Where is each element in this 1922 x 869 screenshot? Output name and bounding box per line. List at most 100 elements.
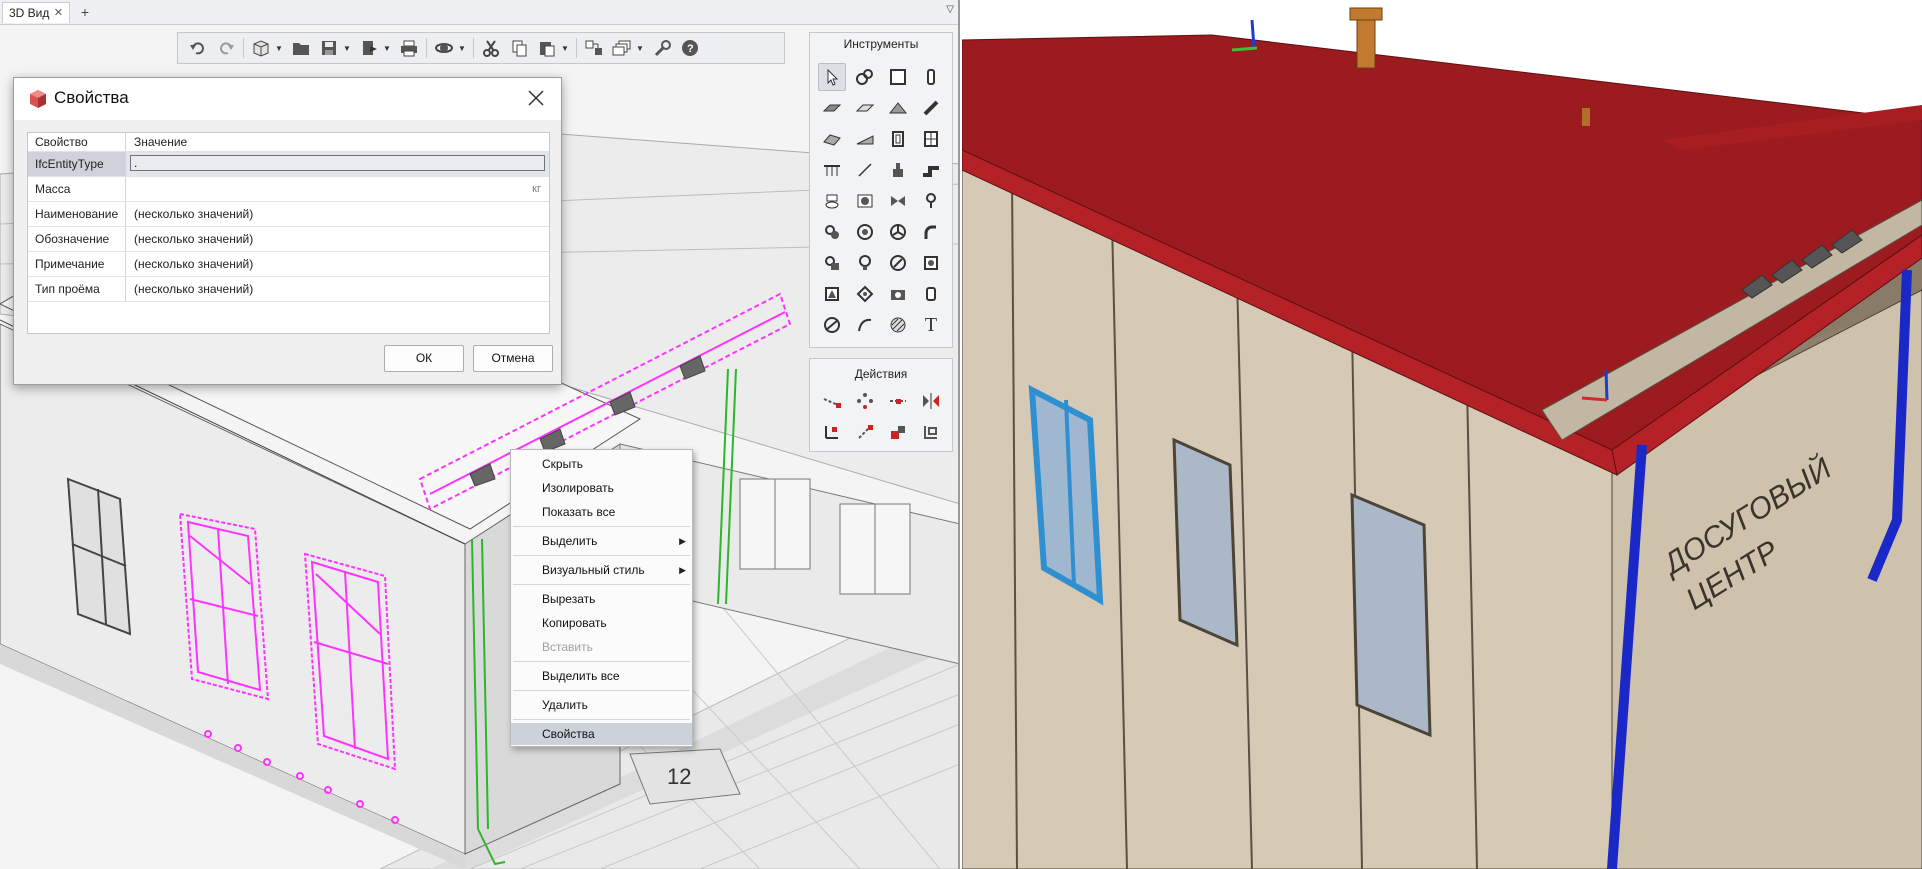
railing-icon[interactable] xyxy=(818,156,846,184)
left-window-unselected[interactable] xyxy=(66,477,132,636)
floor-icon[interactable] xyxy=(851,94,879,122)
duct-icon[interactable] xyxy=(917,156,945,184)
wrench-icon[interactable] xyxy=(651,37,673,59)
menu-item-hide[interactable]: Скрыть xyxy=(511,453,692,475)
cancel-button[interactable]: Отмена xyxy=(473,345,553,372)
rotate-icon[interactable] xyxy=(818,418,846,446)
cable-tray-icon[interactable] xyxy=(818,311,846,339)
move-icon[interactable] xyxy=(818,387,846,415)
tab-3d-view[interactable]: 3D Вид ✕ xyxy=(2,2,70,23)
property-value[interactable]: (несколько значений) xyxy=(127,252,549,276)
property-value[interactable]: кг xyxy=(127,177,549,201)
property-value[interactable]: (несколько значений) xyxy=(127,227,549,251)
align-icon[interactable] xyxy=(917,418,945,446)
layers-icon[interactable] xyxy=(611,37,633,59)
left-viewport-pane[interactable]: 12 3D Вид ✕ + ▽ ▼ ▼ ▼ ▼ ▼ ▼ ? Инструмент… xyxy=(0,0,960,869)
sprinkler-icon[interactable] xyxy=(818,218,846,246)
menu-item-show-all[interactable]: Показать все xyxy=(511,501,692,523)
socket-icon[interactable] xyxy=(884,249,912,277)
valve-icon[interactable] xyxy=(884,187,912,215)
scale-icon[interactable] xyxy=(851,418,879,446)
table-row[interactable]: Тип проёма (несколько значений) xyxy=(28,277,549,302)
mirror-icon[interactable] xyxy=(917,387,945,415)
right-window-selected[interactable] xyxy=(1028,384,1104,606)
chevron-down-icon[interactable]: ▼ xyxy=(383,44,391,53)
property-value[interactable]: (несколько значений) xyxy=(127,277,549,301)
tab-close-icon[interactable]: ✕ xyxy=(54,3,63,23)
pipe-fitting-icon[interactable] xyxy=(917,187,945,215)
arc-icon[interactable] xyxy=(851,311,879,339)
line-icon[interactable] xyxy=(851,156,879,184)
sensor-icon[interactable] xyxy=(818,280,846,308)
menu-item-cut[interactable]: Вырезать xyxy=(511,588,692,610)
text-tool-icon[interactable]: T xyxy=(917,311,945,339)
right-viewport-pane[interactable]: ДОСУГОВЫЙ ЦЕНТР xyxy=(962,0,1922,869)
panel-icon[interactable] xyxy=(884,63,912,91)
3d-box-icon[interactable] xyxy=(250,37,272,59)
chevron-down-icon[interactable]: ▼ xyxy=(636,44,644,53)
redo-icon[interactable] xyxy=(215,37,237,59)
dialog-title-bar[interactable]: Свойства xyxy=(14,78,561,120)
orbit-icon[interactable] xyxy=(433,37,455,59)
link-model-icon[interactable] xyxy=(583,37,605,59)
select-cursor-icon[interactable] xyxy=(818,63,846,91)
pump-icon[interactable] xyxy=(851,218,879,246)
pipe-bend-icon[interactable] xyxy=(917,218,945,246)
equipment-icon[interactable] xyxy=(884,156,912,184)
table-row[interactable]: Масса кг xyxy=(28,177,549,202)
plumbing-fixture-icon[interactable] xyxy=(818,187,846,215)
beam-icon[interactable] xyxy=(917,94,945,122)
stair-icon[interactable] xyxy=(818,125,846,153)
panel-board-icon[interactable] xyxy=(917,249,945,277)
open-folder-icon[interactable] xyxy=(290,37,312,59)
menu-item-isolate[interactable]: Изолировать xyxy=(511,477,692,499)
roof-icon[interactable] xyxy=(884,94,912,122)
component-icon[interactable] xyxy=(851,63,879,91)
table-row[interactable]: Наименование (несколько значений) xyxy=(28,202,549,227)
slab-icon[interactable] xyxy=(818,94,846,122)
window-icon[interactable] xyxy=(917,125,945,153)
undo-icon[interactable] xyxy=(187,37,209,59)
chevron-down-icon[interactable]: ▼ xyxy=(275,44,283,53)
menu-item-select-all[interactable]: Выделить все xyxy=(511,665,692,687)
table-row[interactable]: IfcEntityType . xyxy=(28,152,549,177)
ok-button[interactable]: ОК xyxy=(384,345,464,372)
add-tab-icon[interactable]: + xyxy=(76,3,94,21)
tab-list-dropdown-icon[interactable]: ▽ xyxy=(946,4,954,15)
export-icon[interactable] xyxy=(358,37,380,59)
menu-item-select[interactable]: Выделить ▶ xyxy=(511,530,692,552)
menu-item-visual-style[interactable]: Визуальный стиль ▶ xyxy=(511,559,692,581)
door-icon[interactable] xyxy=(884,125,912,153)
print-icon[interactable] xyxy=(398,37,420,59)
camera-icon[interactable] xyxy=(884,280,912,308)
radiator-icon[interactable] xyxy=(851,187,879,215)
copy-move-icon[interactable] xyxy=(884,387,912,415)
cut-icon[interactable] xyxy=(480,37,502,59)
copy-icon[interactable] xyxy=(508,37,530,59)
electrical-device-icon[interactable] xyxy=(818,249,846,277)
chevron-down-icon[interactable]: ▼ xyxy=(343,44,351,53)
right-3d-scene[interactable]: ДОСУГОВЫЙ ЦЕНТР xyxy=(962,0,1922,869)
ramp-icon[interactable] xyxy=(851,125,879,153)
switch-icon[interactable] xyxy=(917,280,945,308)
fan-icon[interactable] xyxy=(884,218,912,246)
property-value-input[interactable]: . xyxy=(130,155,545,171)
offset-icon[interactable] xyxy=(884,418,912,446)
hatch-icon[interactable] xyxy=(884,311,912,339)
light-bulb-icon[interactable] xyxy=(851,249,879,277)
menu-item-properties[interactable]: Свойства xyxy=(511,723,692,745)
chevron-down-icon[interactable]: ▼ xyxy=(561,44,569,53)
table-row[interactable]: Обозначение (несколько значений) xyxy=(28,227,549,252)
chevron-down-icon[interactable]: ▼ xyxy=(458,44,466,53)
array-icon[interactable] xyxy=(851,387,879,415)
menu-item-delete[interactable]: Удалить xyxy=(511,694,692,716)
alarm-icon[interactable] xyxy=(851,280,879,308)
close-icon[interactable] xyxy=(525,87,547,109)
paste-icon[interactable] xyxy=(536,37,558,59)
column-icon[interactable] xyxy=(917,63,945,91)
help-icon[interactable]: ? xyxy=(679,37,701,59)
menu-item-copy[interactable]: Копировать xyxy=(511,612,692,634)
table-row[interactable]: Примечание (несколько значений) xyxy=(28,252,549,277)
save-icon[interactable] xyxy=(318,37,340,59)
property-value[interactable]: (несколько значений) xyxy=(127,202,549,226)
